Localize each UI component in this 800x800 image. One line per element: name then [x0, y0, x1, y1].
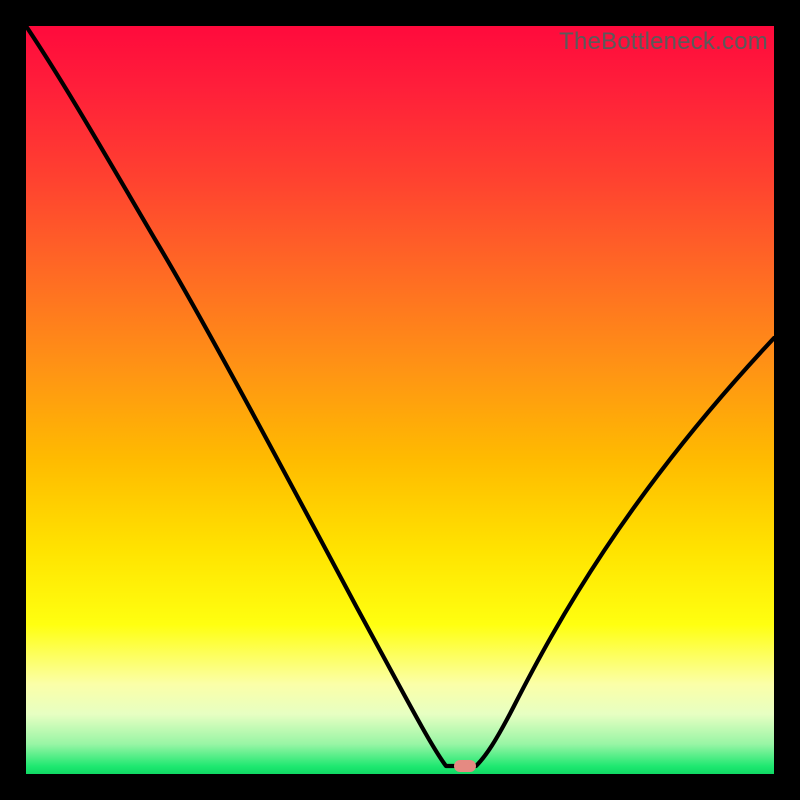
bottleneck-curve	[26, 26, 774, 774]
minimum-marker	[454, 760, 476, 772]
curve-path	[26, 26, 774, 766]
chart-frame: TheBottleneck.com	[0, 0, 800, 800]
plot-area: TheBottleneck.com	[26, 26, 774, 774]
